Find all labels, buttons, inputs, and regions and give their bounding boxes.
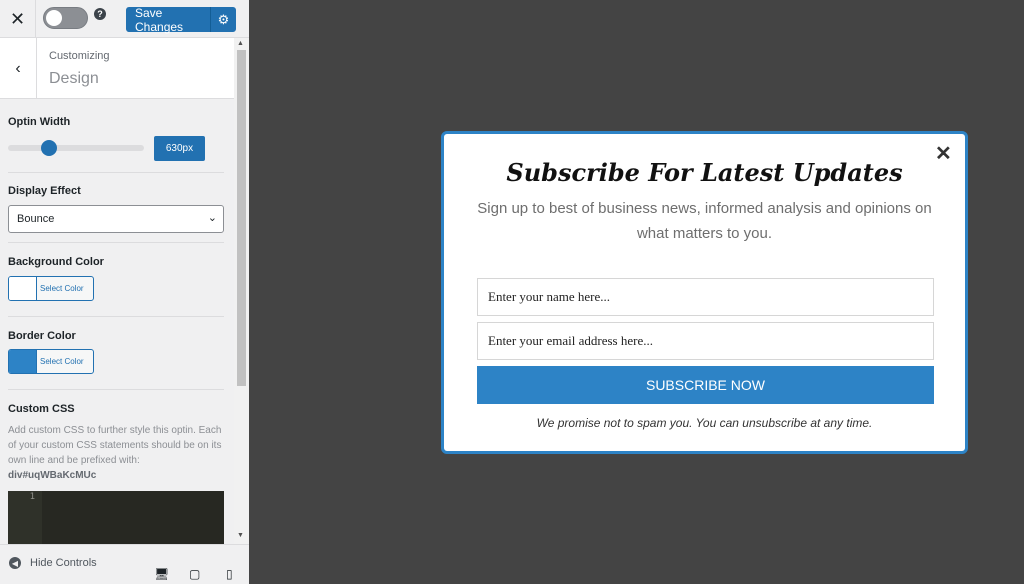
optin-width-value[interactable]: 630px	[154, 136, 205, 161]
customizer-topbar: ✕ ? Save Changes ⚙	[0, 0, 249, 38]
select-color-label: Select Color	[40, 357, 84, 366]
optin-note: We promise not to spam you. You can unsu…	[536, 416, 873, 430]
email-field[interactable]: Enter your email address here...	[477, 322, 934, 360]
section-header: ‹ Customizing Design	[0, 38, 234, 99]
optin-popup: ✕ Subscribe For Latest Updates Sign up t…	[441, 131, 968, 454]
collapse-icon: ◀	[9, 557, 21, 569]
display-effect-select[interactable]: Bounce ⌄	[8, 205, 224, 233]
optin-description: Sign up to best of business news, inform…	[477, 200, 932, 242]
toggle-knob	[46, 10, 62, 26]
gear-icon[interactable]: ⚙	[210, 7, 236, 32]
name-field[interactable]: Enter your name here...	[477, 278, 934, 316]
sidebar-scrollbar[interactable]: ▲ ▼	[234, 38, 249, 544]
slider-thumb[interactable]	[41, 140, 57, 156]
line-number: 1	[8, 491, 42, 544]
display-effect-value: Bounce	[17, 213, 55, 225]
save-button-label: Save Changes	[135, 5, 184, 34]
breadcrumb: Customizing	[49, 50, 110, 62]
optin-width-label: Optin Width	[8, 116, 71, 128]
optin-title: Subscribe For Latest Updates	[506, 158, 903, 187]
optin-width-slider[interactable]	[8, 145, 144, 151]
sidebar-footer: ◀ Hide Controls 🖥 ▢ ▯	[0, 544, 249, 584]
background-color-label: Background Color	[8, 256, 104, 268]
divider	[8, 242, 224, 243]
back-arrow-icon[interactable]: ‹	[0, 38, 37, 99]
select-color-label: Select Color	[40, 284, 84, 293]
question-icon[interactable]: ?	[94, 8, 106, 20]
display-effect-label: Display Effect	[8, 185, 81, 197]
subscribe-button[interactable]: SUBSCRIBE NOW	[477, 366, 934, 404]
divider	[8, 316, 224, 317]
custom-css-label: Custom CSS	[8, 403, 75, 415]
scroll-up-icon[interactable]: ▲	[237, 40, 244, 47]
mobile-preview-icon[interactable]: ▯	[226, 567, 233, 581]
customizer-sidebar: ✕ ? Save Changes ⚙ ‹ Customizing Design …	[0, 0, 249, 584]
save-button[interactable]: Save Changes ⚙	[126, 5, 236, 34]
divider	[8, 172, 224, 173]
hide-controls-label: Hide Controls	[30, 557, 97, 569]
border-color-picker[interactable]: Select Color	[8, 349, 94, 374]
border-color-label: Border Color	[8, 330, 76, 342]
status-toggle[interactable]	[43, 7, 88, 29]
controls-panel: Optin Width 630px Display Effect Bounce …	[0, 99, 234, 544]
background-color-picker[interactable]: Select Color	[8, 276, 94, 301]
chevron-down-icon: ⌄	[207, 212, 217, 224]
custom-css-selector: div#uqWBaKcMUc	[8, 470, 97, 481]
tablet-preview-icon[interactable]: ▢	[189, 567, 200, 581]
close-icon[interactable]: ✕	[0, 0, 36, 38]
hide-controls-button[interactable]: ◀ Hide Controls	[9, 557, 97, 569]
divider	[8, 389, 224, 390]
custom-css-description-text: Add custom CSS to further style this opt…	[8, 425, 222, 466]
desktop-preview-icon[interactable]: 🖥	[154, 567, 169, 581]
scroll-down-icon[interactable]: ▼	[237, 532, 244, 539]
color-swatch	[9, 277, 37, 300]
custom-css-description: Add custom CSS to further style this opt…	[8, 423, 224, 483]
section-title: Design	[49, 70, 99, 87]
css-code-editor[interactable]: 1	[8, 491, 224, 544]
color-swatch	[9, 350, 37, 373]
scrollbar-thumb[interactable]	[237, 50, 246, 386]
